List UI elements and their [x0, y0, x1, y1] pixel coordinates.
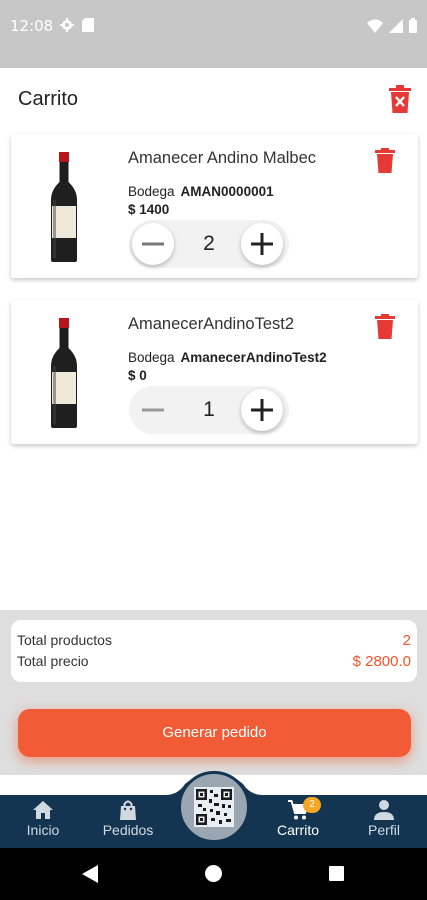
product-name: AmanecerAndinoTest2 [128, 315, 295, 333]
status-bar: 12:08 [0, 0, 427, 68]
plus-icon [251, 399, 273, 421]
total-products-value: 2 [402, 632, 411, 649]
clear-cart-button[interactable] [387, 85, 413, 113]
bodega-value: AmanecerAndinoTest2 [180, 350, 327, 365]
decrease-button[interactable] [132, 389, 174, 431]
nav-label: Pedidos [102, 822, 154, 838]
increase-button[interactable] [241, 389, 283, 431]
page-title: Carrito [18, 88, 79, 110]
total-products-label: Total productos [17, 632, 112, 648]
recents-button[interactable] [329, 866, 344, 881]
product-name: Amanecer Andino Malbec [128, 149, 317, 167]
nav-item-inicio[interactable]: Inicio [8, 799, 78, 847]
gear-icon [60, 18, 74, 37]
wifi-icon [367, 19, 383, 38]
qr-code-icon [194, 787, 234, 827]
nav-label: Perfil [368, 822, 400, 838]
product-bodega: Bodega AMAN0000001 [128, 184, 274, 199]
battery-icon [409, 18, 417, 38]
cart-count-badge: 2 [303, 797, 321, 813]
product-bodega: Bodega AmanecerAndinoTest2 [128, 350, 327, 365]
signal-icon [389, 18, 403, 38]
decrease-button[interactable] [132, 223, 174, 265]
total-price-label: Total precio [17, 653, 89, 669]
header: Carrito [0, 68, 427, 130]
wine-bottle-image [47, 152, 81, 262]
nav-label: Carrito [276, 822, 319, 838]
summary-area: Total productos 2 Total precio $ 2800.0 … [0, 610, 427, 775]
increase-button[interactable] [241, 223, 283, 265]
qr-scan-button[interactable] [178, 771, 250, 843]
trash-x-icon [389, 85, 411, 113]
wine-bottle-image [47, 318, 81, 428]
minus-icon [142, 242, 164, 246]
back-triangle-icon [82, 865, 98, 883]
product-price: $ 0 [128, 368, 147, 383]
bodega-label: Bodega [128, 184, 175, 199]
generate-order-button[interactable]: Generar pedido [18, 709, 411, 757]
sd-card-icon [82, 18, 94, 37]
total-price-row: Total precio $ 2800.0 [17, 653, 411, 670]
total-products-row: Total productos 2 [17, 632, 411, 649]
back-button[interactable] [82, 865, 98, 888]
person-icon [374, 800, 394, 820]
cart-item: Amanecer Andino Malbec Bodega AMAN0000001… [11, 134, 418, 278]
nav-label: Inicio [26, 822, 60, 838]
bodega-label: Bodega [128, 350, 175, 365]
home-button[interactable] [205, 865, 222, 882]
quantity-value: 2 [203, 232, 215, 255]
bodega-value: AMAN0000001 [180, 184, 274, 199]
summary-card: Total productos 2 Total precio $ 2800.0 [11, 620, 417, 682]
nav-item-perfil[interactable]: Perfil [349, 799, 419, 847]
nav-item-pedidos[interactable]: Pedidos [93, 799, 163, 847]
quantity-stepper: 1 [129, 386, 289, 434]
plus-icon [251, 233, 273, 255]
quantity-stepper: 2 [129, 220, 289, 268]
total-price-value: $ 2800.0 [352, 653, 411, 670]
minus-icon [142, 408, 164, 412]
remove-item-button[interactable] [374, 148, 396, 173]
remove-item-button[interactable] [374, 314, 396, 339]
trash-icon [375, 314, 395, 339]
status-time: 12:08 [10, 17, 54, 35]
system-nav [0, 848, 427, 900]
cart-item: AmanecerAndinoTest2 Bodega AmanecerAndino… [11, 300, 418, 444]
quantity-value: 1 [203, 398, 215, 421]
nav-item-carrito[interactable]: 2 Carrito [263, 797, 333, 847]
product-price: $ 1400 [128, 202, 170, 217]
home-icon [33, 801, 53, 819]
shopping-bag-icon [120, 800, 136, 820]
trash-icon [375, 148, 395, 173]
